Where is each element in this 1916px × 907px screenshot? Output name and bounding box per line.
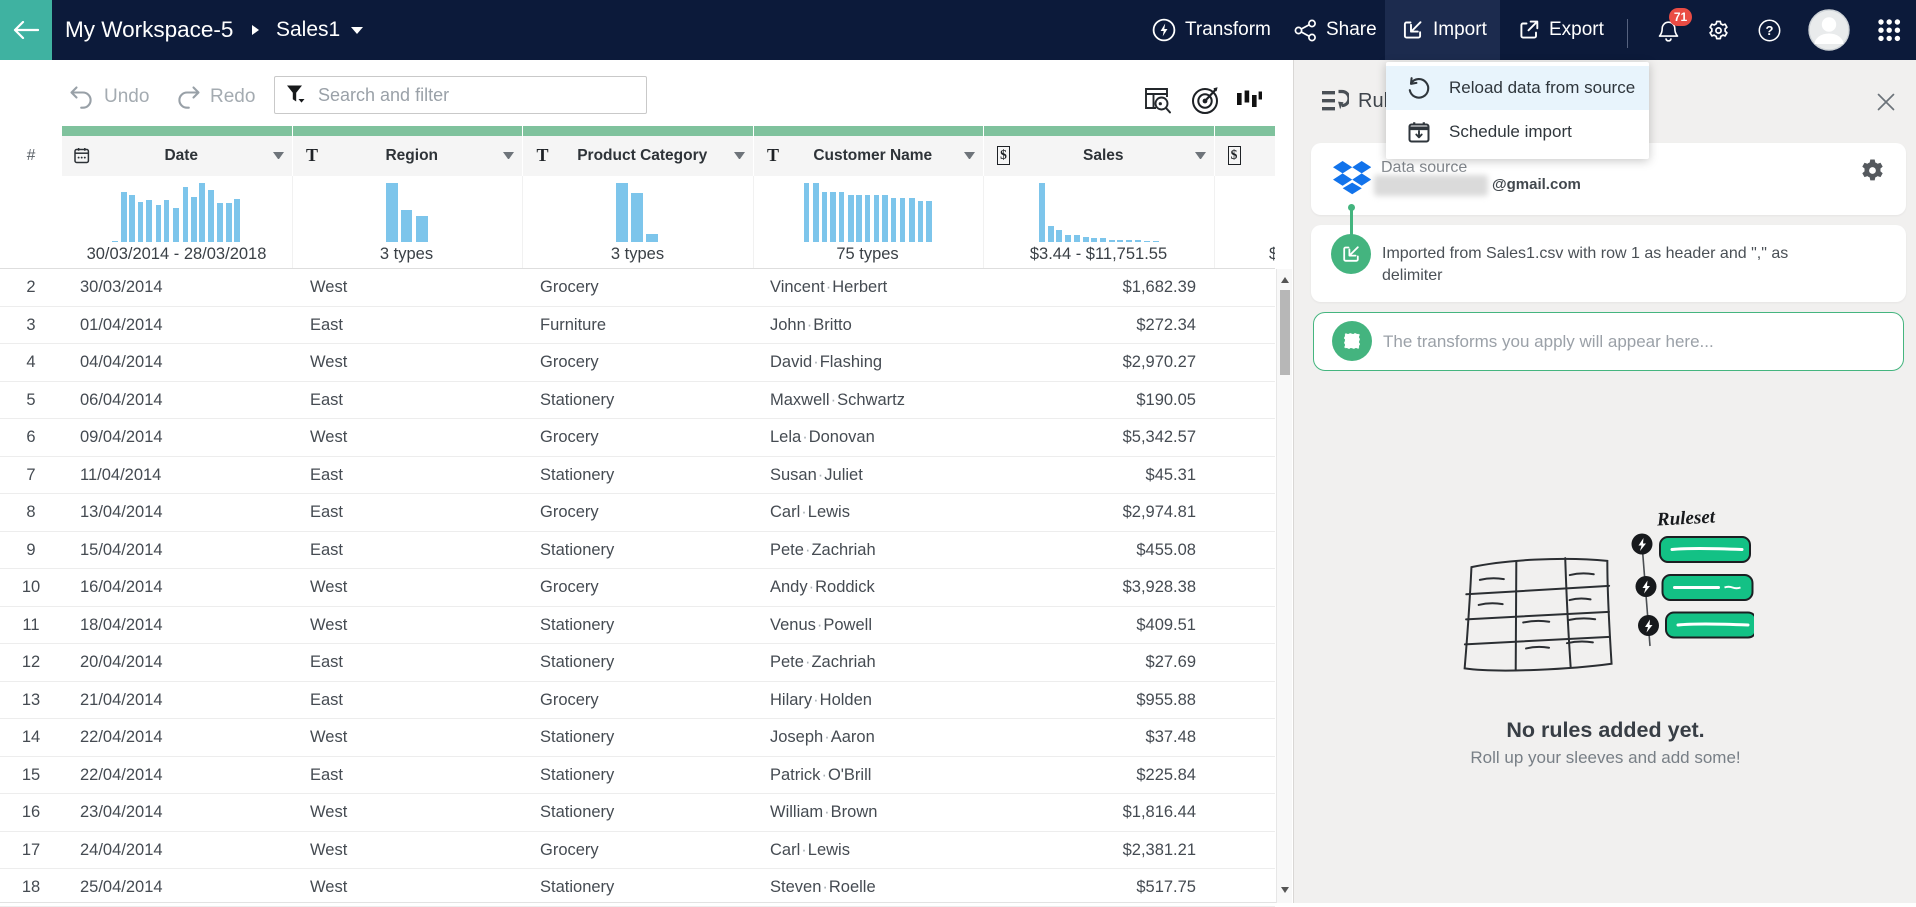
svg-text:?: ? — [1766, 23, 1774, 38]
